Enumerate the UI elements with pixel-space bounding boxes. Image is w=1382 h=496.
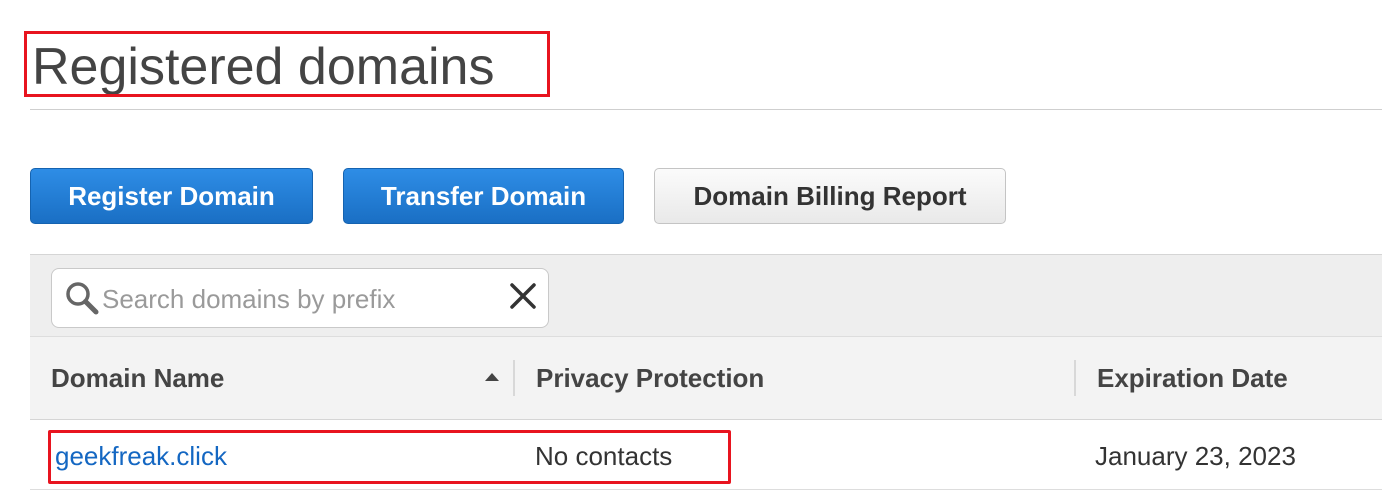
search-input[interactable] [102,279,492,319]
column-header-domain-name[interactable]: Domain Name [51,362,224,394]
column-separator [513,360,515,396]
column-separator [1074,360,1076,396]
search-box[interactable] [51,268,549,328]
column-header-expiration-date[interactable]: Expiration Date [1097,362,1288,394]
privacy-protection-value: No contacts [535,441,673,471]
sort-ascending-icon[interactable] [484,372,500,382]
expiration-date-value: January 23, 2023 [1095,441,1296,471]
title-divider [30,109,1382,110]
register-domain-button[interactable]: Register Domain [30,168,313,224]
search-icon [66,282,99,315]
close-icon[interactable] [508,281,538,311]
domain-name-link[interactable]: geekfreak.click [55,440,227,472]
domain-billing-report-button[interactable]: Domain Billing Report [654,168,1006,224]
column-header-privacy-protection[interactable]: Privacy Protection [536,362,764,394]
page-title: Registered domains [32,38,495,96]
transfer-domain-button[interactable]: Transfer Domain [343,168,624,224]
